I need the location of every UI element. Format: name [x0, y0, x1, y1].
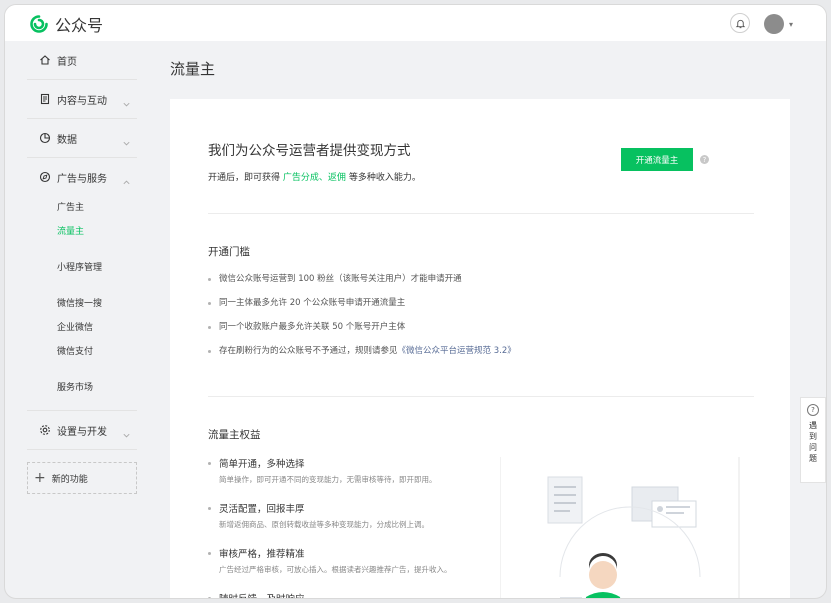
sidebar-item-label: 内容与互动 — [57, 95, 107, 107]
sidebar-item-settings[interactable]: 设置与开发 — [27, 411, 137, 450]
benefits-list: 简单开通，多种选择 简单操作，即可开通不同的变现能力，无需审核等待，即开即用。 … — [208, 456, 488, 598]
sidebar-item-label: 设置与开发 — [57, 426, 107, 438]
chevron-up-icon — [122, 172, 131, 191]
app-name: 公众号 — [55, 16, 104, 35]
plus-icon: + — [34, 470, 46, 486]
sidebar-item-data[interactable]: 数据 — [27, 119, 137, 158]
sidebar-subitem-search[interactable]: 微信搜一搜 — [27, 292, 137, 316]
threshold-title: 开通门槛 — [208, 246, 250, 258]
rules-link[interactable]: 《微信公众平台运营规范 3.2》 — [398, 339, 516, 363]
requirement-text: 微信公众账号运营到 100 粉丝（该账号关注用户）才能申请开通 — [219, 274, 462, 284]
sidebar-item-content[interactable]: 内容与互动 — [27, 80, 137, 119]
benefit-desc: 新增返佣商品、原创转载收益等多种变现能力，分成比例上调。 — [219, 520, 429, 529]
notification-bell[interactable] — [730, 13, 750, 33]
new-function-label: 新的功能 — [51, 474, 88, 485]
sidebar-subitem-market[interactable]: 服务市场 — [27, 376, 137, 411]
sidebar-subitem-pay[interactable]: 微信支付 — [27, 340, 137, 364]
benefit-title: 灵活配置，回报丰厚 — [219, 504, 305, 515]
sidebar-item-label: 首页 — [57, 56, 77, 68]
list-item: 简单开通，多种选择 简单操作，即可开通不同的变现能力，无需审核等待，即开即用。 — [208, 456, 488, 485]
new-function-button[interactable]: + 新的功能 — [27, 462, 137, 494]
help-float-button[interactable]: ? 遇到问题 — [800, 397, 826, 483]
sidebar-subitem-miniprogram[interactable]: 小程序管理 — [27, 256, 137, 280]
intro-desc-rebate: 返佣 — [327, 173, 346, 183]
chevron-down-icon — [122, 425, 131, 444]
bell-icon — [735, 19, 745, 28]
intro-description: 开通后，即可获得 广告分成、返佣 等多种收入能力。 — [208, 170, 421, 183]
sidebar-item-home[interactable]: 首页 — [27, 41, 137, 80]
sidebar: 首页 内容与互动 数据 广告与服务 广告主 流量主 小程序管理 微信搜一搜 企业… — [27, 41, 137, 494]
question-icon: ? — [807, 404, 819, 416]
logo[interactable]: 公众号 — [29, 12, 103, 36]
sidebar-subitem-wecom[interactable]: 企业微信 — [27, 316, 137, 340]
requirement-text: 同一个收款账户最多允许关联 50 个账号开户主体 — [219, 322, 406, 332]
document-icon — [39, 93, 51, 105]
sidebar-item-ads[interactable]: 广告与服务 — [27, 158, 137, 196]
benefit-title: 简单开通，多种选择 — [219, 459, 305, 470]
help-icon[interactable]: ? — [700, 155, 709, 164]
chevron-down-icon — [122, 133, 131, 152]
main-card: 我们为公众号运营者提供变现方式 开通后，即可获得 广告分成、返佣 等多种收入能力… — [170, 99, 790, 598]
gear-icon — [39, 424, 51, 436]
wechat-official-logo-icon — [30, 15, 48, 33]
open-publisher-button[interactable]: 开通流量主 — [621, 148, 693, 171]
benefit-title: 审核严格，推荐精准 — [219, 549, 305, 560]
sidebar-item-label: 数据 — [57, 134, 77, 146]
chevron-down-icon[interactable]: ▾ — [789, 20, 793, 29]
list-item: 同一个收款账户最多允许关联 50 个账号开户主体 — [208, 315, 748, 339]
divider — [208, 396, 754, 397]
list-item: 随时反馈，及时响应 — [208, 591, 488, 598]
requirement-text: 存在刷粉行为的公众账号不予通过，规则请参见 — [219, 346, 398, 356]
top-bar: 公众号 ▾ — [5, 5, 826, 41]
page-title: 流量主 — [170, 60, 216, 78]
sidebar-subitem-advertiser[interactable]: 广告主 — [27, 196, 137, 220]
benefits-title: 流量主权益 — [208, 429, 261, 441]
benefit-desc: 简单操作，即可开通不同的变现能力，无需审核等待，即开即用。 — [219, 475, 437, 484]
sidebar-item-label: 广告与服务 — [57, 173, 107, 185]
requirement-text: 同一主体最多允许 20 个公众账号申请开通流量主 — [219, 298, 406, 308]
intro-title: 我们为公众号运营者提供变现方式 — [208, 143, 411, 159]
list-item: 微信公众账号运营到 100 粉丝（该账号关注用户）才能申请开通 — [208, 267, 748, 291]
intro-desc-suffix: 等多种收入能力。 — [348, 173, 421, 183]
list-item: 存在刷粉行为的公众账号不予通过，规则请参见 《微信公众平台运营规范 3.2》 — [208, 339, 748, 363]
intro-desc-prefix: 开通后，即可获得 — [208, 173, 281, 183]
intro-desc-ad-share: 广告分成 — [282, 173, 319, 183]
help-float-label: 遇到问题 — [809, 421, 817, 463]
list-item: 同一主体最多允许 20 个公众账号申请开通流量主 — [208, 291, 748, 315]
requirements-list: 微信公众账号运营到 100 粉丝（该账号关注用户）才能申请开通 同一主体最多允许… — [208, 267, 748, 363]
benefit-desc: 广告经过严格审核，可放心插入。根据读者兴趣推荐广告，提升收入。 — [219, 565, 452, 574]
benefit-title: 随时反馈，及时响应 — [219, 591, 305, 598]
list-item: 审核严格，推荐精准 广告经过严格审核，可放心插入。根据读者兴趣推荐广告，提升收入… — [208, 546, 488, 575]
chevron-down-icon — [122, 94, 131, 113]
divider — [208, 213, 754, 214]
illustration-image — [500, 457, 740, 598]
pie-chart-icon — [39, 132, 51, 144]
list-item: 灵活配置，回报丰厚 新增返佣商品、原创转载收益等多种变现能力，分成比例上调。 — [208, 501, 488, 530]
intro-desc-separator: 、 — [318, 173, 328, 183]
compass-icon — [39, 171, 51, 183]
app-window: 公众号 ▾ 首页 内容与互动 数据 广告与服务 广告主 流量主 小程序管理 微信… — [4, 4, 827, 599]
home-icon — [39, 54, 51, 66]
sidebar-subitem-publisher[interactable]: 流量主 — [27, 220, 137, 244]
avatar[interactable] — [764, 14, 784, 34]
